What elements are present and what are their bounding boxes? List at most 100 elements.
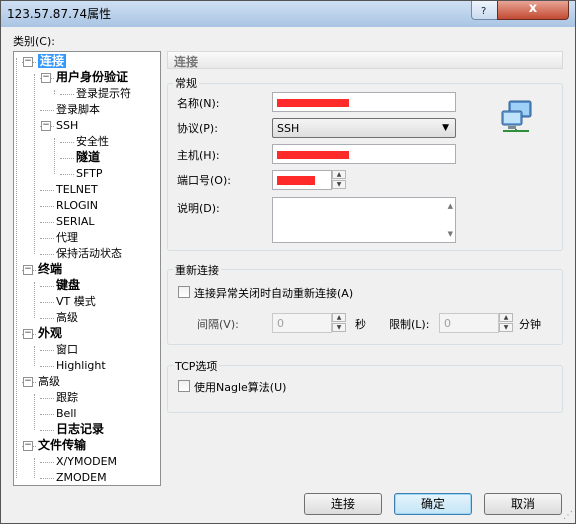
resize-grip-icon[interactable]: ⋰ — [563, 510, 573, 521]
tree-item[interactable]: 外观 — [38, 326, 62, 341]
host-field[interactable] — [272, 144, 456, 164]
tree-item[interactable]: 终端 — [38, 262, 62, 277]
collapse-icon[interactable]: − — [41, 121, 51, 131]
tree-item[interactable]: 跟踪 — [56, 390, 78, 405]
ok-button[interactable]: 确定 — [394, 493, 472, 515]
tree-item[interactable]: 安全性 — [76, 134, 109, 149]
limit-spinner[interactable]: ▲ ▼ — [499, 313, 513, 333]
interval-field[interactable]: 0 — [272, 313, 332, 333]
spin-up-icon[interactable]: ▲ — [332, 170, 346, 179]
tree-connector — [40, 366, 54, 367]
tree-item-label: 隧道 — [76, 150, 101, 164]
tree-item[interactable]: ZMODEM — [56, 470, 107, 485]
collapse-icon[interactable]: − — [23, 441, 33, 451]
tree-item[interactable]: 高级 — [38, 374, 60, 389]
tree-connector — [40, 398, 54, 399]
auto-reconnect-checkbox[interactable] — [178, 286, 190, 298]
spin-up-icon[interactable]: ▲ — [499, 313, 513, 322]
collapse-icon[interactable]: − — [23, 265, 33, 275]
tree-item[interactable]: X/YMODEM — [56, 454, 117, 469]
tree-connector — [60, 142, 74, 143]
help-icon: ? — [481, 6, 486, 17]
title-bar[interactable]: 123.57.87.74属性 ? x — [1, 1, 575, 27]
tree-item-label: 外观 — [38, 326, 63, 340]
tree-connector — [40, 318, 54, 319]
spin-down-icon[interactable]: ▼ — [499, 323, 513, 332]
tree-item[interactable]: 键盘 — [56, 278, 80, 293]
tree-item[interactable]: TELNET — [56, 182, 98, 197]
tree-item[interactable]: SSH — [56, 118, 78, 133]
tree-item[interactable]: 日志记录 — [56, 422, 104, 437]
collapse-icon[interactable]: − — [23, 377, 33, 387]
tree-item-label: X/YMODEM — [56, 455, 118, 468]
tree-guide — [54, 138, 55, 174]
auto-reconnect-label[interactable]: 连接异常关闭时自动重新连接(A) — [194, 285, 353, 301]
tree-item[interactable]: Bell — [56, 406, 76, 421]
protocol-value: SSH — [277, 122, 300, 135]
spin-down-icon[interactable]: ▼ — [332, 180, 346, 189]
nagle-checkbox[interactable] — [178, 380, 190, 392]
collapse-icon[interactable]: − — [23, 57, 33, 67]
tree-item[interactable]: RLOGIN — [56, 198, 98, 213]
tree-item-label: 代理 — [56, 231, 78, 244]
help-button[interactable]: ? — [471, 1, 499, 20]
close-button[interactable]: x — [497, 1, 569, 20]
interval-spinner[interactable]: ▲ ▼ — [332, 313, 346, 333]
tree-item[interactable]: 登录提示符 — [76, 86, 131, 101]
tree-guide — [16, 58, 17, 478]
name-field[interactable] — [272, 92, 456, 112]
category-tree[interactable]: 连接 − 用户身份验证 − 登录提示符 登录脚本 SSH − 安全性 隧道 SFTP TELNET RL… — [13, 51, 161, 486]
tree-item-label: 高级 — [38, 375, 60, 388]
tree-item[interactable]: 文件传输 — [38, 438, 86, 453]
name-label: 名称(N): — [177, 97, 220, 110]
tree-item-label: SFTP — [76, 167, 103, 180]
tree-item-label: 高级 — [56, 311, 78, 324]
tree-connector — [40, 254, 54, 255]
tree-connector — [40, 222, 54, 223]
tree-item-label: Bell — [56, 407, 77, 420]
limit-field[interactable]: 0 — [439, 313, 499, 333]
tree-item[interactable]: SFTP — [76, 166, 102, 181]
tree-guide — [54, 90, 55, 94]
tree-item[interactable]: 隧道 — [76, 150, 100, 165]
tree-connector — [60, 94, 74, 95]
tree-item[interactable]: 窗口 — [56, 342, 78, 357]
tree-connector — [40, 238, 54, 239]
limit-unit: 分钟 — [519, 318, 541, 331]
spin-up-icon[interactable]: ▲ — [332, 313, 346, 322]
tree-item[interactable]: Highlight — [56, 358, 106, 373]
port-field[interactable] — [272, 170, 332, 190]
tree-item[interactable]: VT 模式 — [56, 294, 96, 309]
description-textarea[interactable]: ▲ ▼ — [272, 197, 456, 243]
scroll-down-icon[interactable]: ▼ — [448, 230, 453, 238]
tree-item-label: 终端 — [38, 262, 63, 276]
scroll-up-icon[interactable]: ▲ — [448, 202, 453, 210]
reconnect-group-title: 重新连接 — [173, 262, 221, 278]
tree-item-label: 连接 — [38, 54, 67, 68]
collapse-icon[interactable]: − — [41, 73, 51, 83]
connect-button[interactable]: 连接 — [304, 493, 382, 515]
redaction-bar — [277, 151, 349, 159]
tree-item[interactable]: 高级 — [56, 310, 78, 325]
collapse-icon[interactable]: − — [23, 329, 33, 339]
nagle-label[interactable]: 使用Nagle算法(U) — [194, 379, 286, 395]
tree-item[interactable]: 代理 — [56, 230, 78, 245]
tree-item-label: 跟踪 — [56, 391, 78, 404]
tree-item[interactable]: 登录脚本 — [56, 102, 100, 117]
tree-item[interactable]: SERIAL — [56, 214, 94, 229]
spin-down-icon[interactable]: ▼ — [332, 323, 346, 332]
svg-text:?: ? — [481, 6, 486, 15]
tree-item-label: 文件传输 — [38, 438, 87, 452]
tree-item-label: 安全性 — [76, 135, 109, 148]
reconnect-group — [167, 269, 563, 345]
tree-item-label: 用户身份验证 — [56, 70, 129, 84]
tree-item-label: 保持活动状态 — [56, 247, 122, 260]
tree-item[interactable]: 用户身份验证 — [56, 70, 128, 85]
tree-item[interactable]: 连接 — [38, 54, 67, 69]
general-group-title: 常规 — [173, 75, 199, 91]
port-spinner[interactable]: ▲ ▼ — [332, 170, 346, 190]
protocol-select[interactable]: SSH ▼ — [272, 118, 456, 138]
tree-item[interactable]: 保持活动状态 — [56, 246, 122, 261]
tree-item-label: ZMODEM — [56, 471, 107, 484]
cancel-button[interactable]: 取消 — [484, 493, 562, 515]
